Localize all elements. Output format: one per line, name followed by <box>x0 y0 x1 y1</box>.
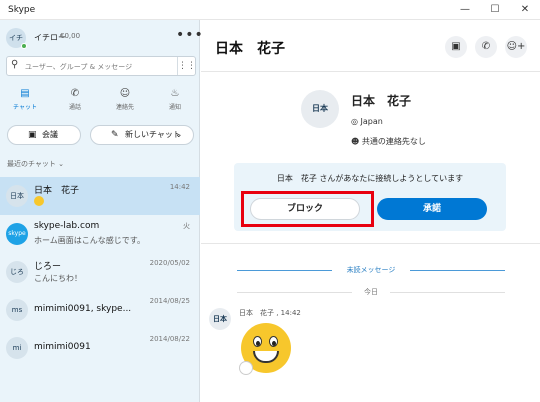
list-item[interactable]: mi mimimi0091 2014/08/22 <box>0 329 200 367</box>
unread-divider: 未読メッセージ <box>237 264 505 276</box>
app-title: Skype <box>8 5 36 15</box>
compose-icon: ✎ <box>111 130 119 140</box>
chat-time: 2014/08/25 <box>149 297 190 305</box>
list-item[interactable]: skype skype-lab.com ホーム画面はこんな感じです。 火 <box>0 215 200 253</box>
recent-chats-label: 最近のチャット <box>7 160 56 168</box>
location-pin-icon: ◎ <box>351 117 358 126</box>
contact-name: 日本 花子 <box>351 94 412 108</box>
accept-button[interactable]: 承諾 <box>377 198 487 220</box>
chat-name: mimimi0091, skype... <box>34 304 132 314</box>
contact-location: ◎ Japan <box>351 117 383 126</box>
tab-label: チャット <box>13 104 37 111</box>
more-options-icon[interactable]: ••• <box>176 27 204 43</box>
divider <box>410 270 505 271</box>
divider <box>390 292 505 293</box>
page-title[interactable]: 日本 花子 <box>215 38 285 58</box>
avatar: 日本 <box>6 185 28 207</box>
search-placeholder: ユーザー、グループ & メッセージ <box>25 63 133 71</box>
list-item[interactable]: じろ じろー こんにちわ！ 2020/05/02 <box>0 253 200 291</box>
smile-emoji-icon <box>34 196 44 206</box>
video-call-icon[interactable]: ▣ <box>445 36 467 58</box>
location-text: Japan <box>360 117 383 126</box>
laugh-emoji-icon[interactable] <box>239 323 291 375</box>
minimize-icon[interactable]: — <box>450 0 480 20</box>
list-item[interactable]: ms mimimi0091, skype... 2014/08/25 <box>0 291 200 329</box>
chat-name: じろー <box>34 262 62 272</box>
dialpad-icon[interactable]: ⋮⋮ <box>177 57 196 75</box>
maximize-icon[interactable]: ☐ <box>480 0 510 20</box>
avatar: skype <box>6 223 28 245</box>
chevron-down-icon: ⌄ <box>175 130 183 140</box>
avatar[interactable]: 日本 <box>209 308 231 330</box>
divider <box>201 243 540 244</box>
search-icon: ⚲ <box>11 59 19 70</box>
title-bar: Skype — ☐ ✕ <box>0 0 540 20</box>
tab-contacts[interactable]: ☺ 連絡先 <box>100 86 150 116</box>
contacts-icon: ☺ <box>119 88 131 99</box>
sidebar: イチ イチロー €0,00 ••• ⚲ ユーザー、グループ & メッセージ ⋮⋮… <box>0 20 203 402</box>
people-icon: ☻ <box>351 137 360 146</box>
chat-icon: ▤ <box>20 88 30 99</box>
chat-time: 火 <box>183 222 190 230</box>
avatar: ms <box>6 299 28 321</box>
message-meta: 日本 花子 , 14:42 <box>239 309 301 317</box>
nav-tabs: ▤ チャット ✆ 通話 ☺ 連絡先 ♨ 通知 <box>0 86 200 116</box>
chat-time: 2020/05/02 <box>149 259 190 267</box>
avatar: じろ <box>6 261 28 283</box>
tab-calls[interactable]: ✆ 通話 <box>50 86 100 116</box>
search-input[interactable]: ⚲ ユーザー、グループ & メッセージ ⋮⋮ <box>6 56 196 76</box>
highlight-box <box>241 191 374 227</box>
chat-time: 2014/08/22 <box>149 335 190 343</box>
tab-label: 通知 <box>168 104 181 111</box>
chat-preview: ホーム画面はこんな感じです。 <box>34 236 145 245</box>
avatar[interactable]: 日本 <box>301 90 339 128</box>
action-buttons: ▣ 会議 ✎ 新しいチャット ⌄ <box>0 125 200 147</box>
list-item[interactable]: 日本 日本 花子 14:42 <box>0 177 200 215</box>
tab-chat[interactable]: ▤ チャット <box>0 86 50 116</box>
common-contacts: ☻ 共通の連絡先なし <box>351 136 426 147</box>
conversation-pane: 日本 花子 ▣ ✆ ☺+ 日本 日本 花子 ◎ Japan ☻ 共通の連絡先なし… <box>201 20 540 402</box>
recent-chats-header[interactable]: 最近のチャット ⌄ <box>7 159 64 169</box>
tab-label: 連絡先 <box>115 104 134 111</box>
add-person-icon[interactable]: ☺+ <box>505 36 527 58</box>
credit-balance[interactable]: €0,00 <box>60 32 80 40</box>
online-status-icon <box>21 43 27 49</box>
chat-name: skype-lab.com <box>34 221 100 231</box>
bell-icon: ♨ <box>170 88 180 99</box>
meeting-label: 会議 <box>42 130 58 139</box>
chat-name: 日本 花子 <box>34 186 80 196</box>
profile[interactable]: イチ イチロー €0,00 ••• <box>0 20 203 54</box>
video-icon: ▣ <box>28 130 37 140</box>
request-text: 日本 花子 さんがあなたに接続しようとしています <box>276 174 464 183</box>
close-icon[interactable]: ✕ <box>510 0 540 20</box>
chevron-down-icon: ⌄ <box>58 160 65 168</box>
phone-icon[interactable]: ✆ <box>475 36 497 58</box>
tab-notifications[interactable]: ♨ 通知 <box>150 86 200 116</box>
meeting-button[interactable]: ▣ 会議 <box>7 125 81 145</box>
tab-label: 通話 <box>68 104 81 111</box>
conversation-header: 日本 花子 ▣ ✆ ☺+ <box>201 20 540 72</box>
chat-name: mimimi0091 <box>34 342 91 352</box>
new-chat-label: 新しいチャット <box>125 130 181 139</box>
phone-icon: ✆ <box>70 88 80 99</box>
chat-time: 14:42 <box>169 183 190 191</box>
avatar: mi <box>6 337 28 359</box>
chat-preview: こんにちわ！ <box>34 274 82 283</box>
new-chat-button[interactable]: ✎ 新しいチャット ⌄ <box>90 125 194 145</box>
date-divider: 今日 <box>237 286 505 298</box>
common-contacts-text: 共通の連絡先なし <box>361 137 426 146</box>
